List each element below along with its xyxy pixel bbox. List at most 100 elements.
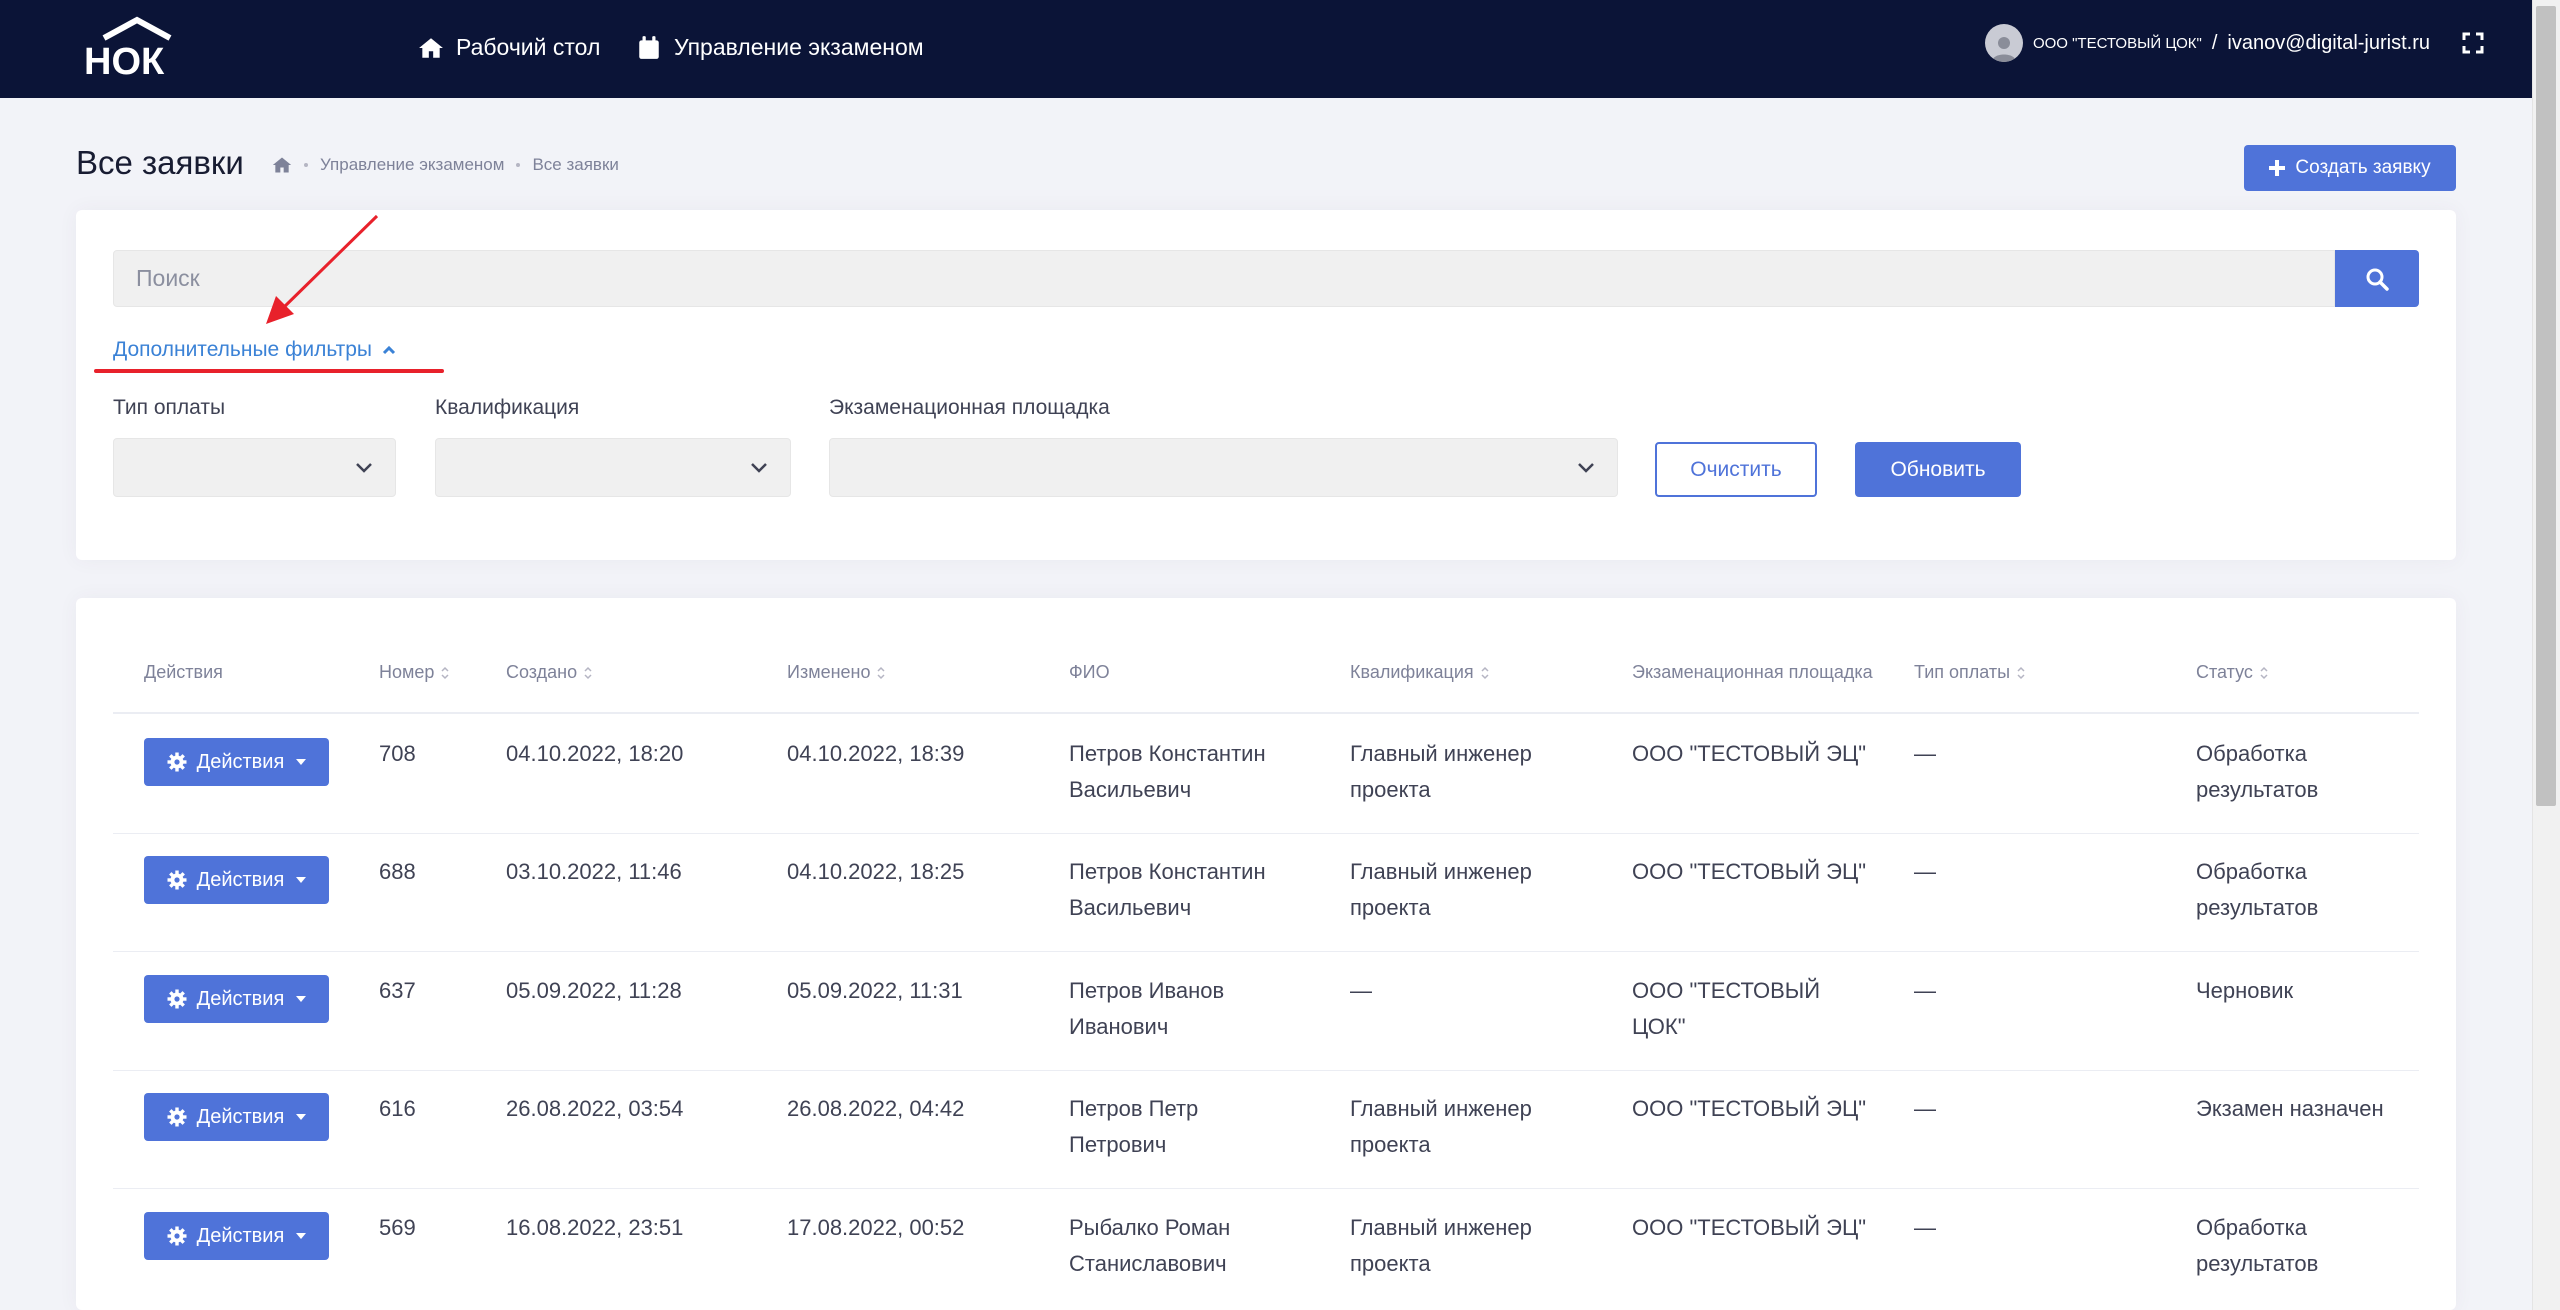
payment-type-select[interactable] [113, 438, 396, 497]
exam-site-label: Экзаменационная площадка [829, 396, 1110, 419]
scrollbar-thumb[interactable] [2536, 6, 2556, 806]
column-header-created[interactable]: Создано [506, 662, 756, 683]
gear-icon [167, 1107, 187, 1127]
cell-created-line: 03.10.2022, 11:46 [506, 859, 682, 884]
exam-site-select[interactable] [829, 438, 1618, 497]
cell-number-line: 569 [379, 1215, 416, 1240]
cell-changed-line: 04.10.2022, 18:25 [787, 859, 965, 884]
nav-item-dashboard[interactable]: Рабочий стол [418, 34, 600, 61]
cell-created-line: 04.10.2022, 18:20 [506, 741, 684, 766]
caret-down-icon [296, 996, 307, 1002]
qualification-select[interactable] [435, 438, 791, 497]
cell-status: Обработка результатов [2196, 736, 2318, 808]
fullscreen-icon[interactable] [2462, 32, 2484, 54]
cell-status-line: Обработка [2196, 859, 2307, 884]
cell-qualification-line: проекта [1350, 1132, 1431, 1157]
cell-exam-site-line: ООО "ТЕСТОВЫЙ ЭЦ" [1632, 1096, 1867, 1121]
cell-exam-site: ООО "ТЕСТОВЫЙ ЭЦ" [1632, 854, 1866, 890]
nav-item-exam-management[interactable]: Управление экзаменом [636, 34, 924, 61]
column-header-status[interactable]: Статус [2196, 662, 2396, 683]
cell-changed-line: 04.10.2022, 18:39 [787, 741, 965, 766]
cell-fio-line: Петрович [1069, 1132, 1167, 1157]
nav-item-exam-management-label: Управление экзаменом [674, 34, 924, 60]
column-header-payment-type[interactable]: Тип оплаты [1914, 662, 2114, 683]
cell-fio-line: Васильевич [1069, 777, 1192, 802]
sort-icon [877, 666, 886, 679]
cell-fio: Рыбалко Роман Станиславович [1069, 1210, 1230, 1282]
clear-button[interactable]: Очистить [1655, 442, 1817, 497]
cell-changed-line: 05.09.2022, 11:31 [787, 978, 963, 1003]
cell-changed: 04.10.2022, 18:25 [787, 854, 964, 890]
cell-fio: Петров Константин Васильевич [1069, 736, 1266, 808]
column-header-changed[interactable]: Изменено [787, 662, 1037, 683]
cell-fio-line: Петров Петр [1069, 1096, 1199, 1121]
user-organization: ООО "ТЕСТОВЫЙ ЦОК" [2032, 34, 2202, 52]
cell-created: 04.10.2022, 18:20 [506, 736, 683, 772]
table-header-divider [113, 712, 2419, 714]
page-scrollbar[interactable] [2532, 0, 2560, 1310]
search-icon [2366, 268, 2389, 291]
row-actions-label: Действия [196, 868, 285, 891]
cell-status: Экзамен назначен [2196, 1091, 2384, 1127]
row-divider [113, 951, 2419, 952]
search-input[interactable]: Поиск [113, 250, 2335, 307]
annotation-underline [94, 369, 444, 373]
search-button[interactable] [2335, 250, 2419, 307]
breadcrumb-item-all-requests[interactable]: Все заявки [532, 155, 618, 175]
column-header-label: Экзаменационная площадка [1632, 662, 1873, 682]
row-actions-button[interactable]: Действия [144, 856, 329, 904]
column-header-number[interactable]: Номер [379, 662, 489, 683]
cell-changed: 05.09.2022, 11:31 [787, 973, 963, 1009]
row-actions-button[interactable]: Действия [144, 738, 329, 786]
column-header-exam-site[interactable]: Экзаменационная площадка [1632, 662, 1884, 683]
cell-payment-type: — [1914, 854, 1936, 890]
refresh-button[interactable]: Обновить [1855, 442, 2021, 497]
cell-status: Обработка результатов [2196, 854, 2318, 926]
cell-status-line: результатов [2196, 1251, 2319, 1276]
cell-exam-site: ООО "ТЕСТОВЫЙ ЭЦ" [1632, 736, 1866, 772]
breadcrumb-dot [516, 163, 521, 167]
cell-status: Черновик [2196, 973, 2293, 1009]
row-divider [113, 833, 2419, 834]
cell-exam-site-line: ООО "ТЕСТОВЫЙ ЭЦ" [1632, 859, 1867, 884]
cell-payment-type-line: — [1914, 859, 1936, 884]
cell-changed: 17.08.2022, 00:52 [787, 1210, 964, 1246]
cell-qualification: Главный инженер проекта [1350, 854, 1532, 926]
home-icon[interactable] [272, 155, 292, 175]
column-header-label: Номер [379, 662, 435, 682]
sort-icon [2017, 666, 2025, 679]
top-navbar: НОК Рабочий стол Управление экзаменом ОО… [0, 0, 2532, 98]
cell-changed-line: 17.08.2022, 00:52 [787, 1215, 965, 1240]
cell-qualification: Главный инженер проекта [1350, 1091, 1532, 1163]
payment-type-label: Тип оплаты [113, 396, 226, 419]
column-header-fio: ФИО [1069, 662, 1319, 683]
cell-number: 616 [379, 1091, 416, 1127]
cell-exam-site-line: ЦОК" [1632, 1014, 1686, 1039]
cell-changed: 04.10.2022, 18:39 [787, 736, 964, 772]
cell-payment-type: — [1914, 1210, 1936, 1246]
sort-icon [2260, 666, 2268, 679]
logo[interactable]: НОК [84, 16, 190, 76]
cell-qualification-line: Главный инженер [1350, 1215, 1532, 1240]
create-request-button[interactable]: Создать заявку [2244, 145, 2456, 191]
column-header-qualification[interactable]: Квалификация [1350, 662, 1610, 683]
user-icon [1991, 37, 2016, 62]
calendar-icon [639, 35, 659, 59]
row-actions-button[interactable]: Действия [144, 975, 329, 1023]
cell-number-line: 688 [379, 859, 416, 884]
row-actions-label: Действия [196, 1224, 285, 1247]
cell-number: 688 [379, 854, 416, 890]
cell-number: 569 [379, 1210, 416, 1246]
gear-icon [167, 870, 187, 890]
row-actions-button[interactable]: Действия [144, 1093, 329, 1141]
cell-exam-site: ООО "ТЕСТОВЫЙ ЦОК" [1632, 973, 1820, 1045]
home-icon [419, 37, 443, 58]
cell-created: 26.08.2022, 03:54 [506, 1091, 683, 1127]
row-actions-button[interactable]: Действия [144, 1212, 329, 1260]
user-menu[interactable]: ООО "ТЕСТОВЫЙ ЦОК" / ivanov@digital-juri… [1984, 24, 2430, 62]
search-placeholder: Поиск [136, 265, 200, 291]
cell-fio-line: Станиславович [1069, 1251, 1227, 1276]
additional-filters-toggle[interactable]: Дополнительные фильтры [113, 338, 396, 362]
breadcrumb-item-exam-management[interactable]: Управление экзаменом [320, 155, 504, 175]
create-request-label: Создать заявку [2295, 157, 2431, 178]
